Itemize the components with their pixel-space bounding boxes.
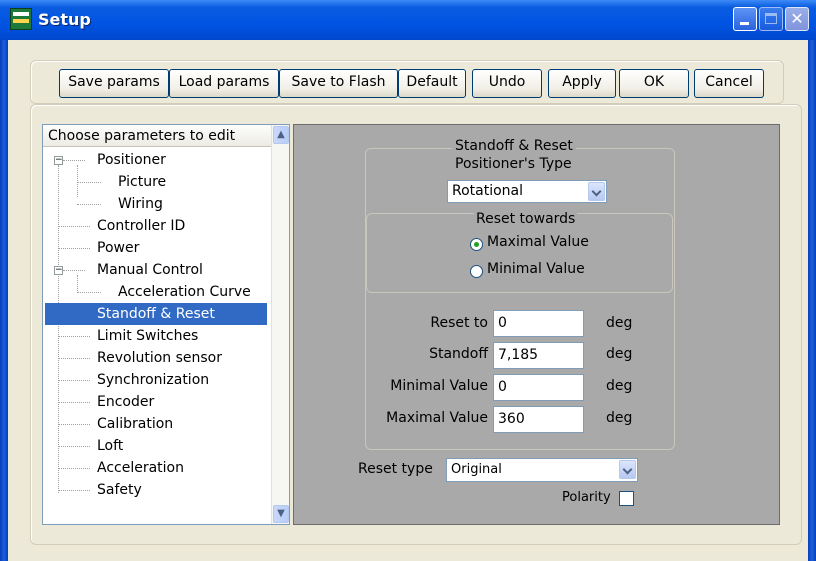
tree-connector [58, 226, 90, 227]
tree-connector [58, 402, 90, 403]
undo-button[interactable]: Undo [472, 69, 542, 98]
positioner-type-label: Positioner's Type [455, 156, 572, 172]
radio-selected-icon [474, 242, 479, 247]
tree-item-power[interactable]: Power [95, 237, 143, 259]
save-to-flash-button[interactable]: Save to Flash [279, 69, 398, 98]
positioner-type-value: Rotational [452, 183, 524, 199]
save-params-button[interactable]: Save params [59, 69, 169, 98]
load-params-button[interactable]: Load params [169, 69, 279, 98]
reset-type-value: Original [451, 462, 502, 477]
ok-button[interactable]: OK [619, 69, 689, 98]
collapse-icon[interactable]: − [54, 156, 63, 165]
tree-connector [58, 336, 90, 337]
tree-item-picture[interactable]: Picture [116, 171, 170, 193]
radio-maximal[interactable] [470, 238, 483, 251]
tree-connector [58, 248, 90, 249]
minimize-button[interactable] [733, 7, 757, 31]
tree-connector [63, 270, 85, 271]
window-title: Setup [38, 10, 91, 29]
close-button[interactable]: ✕ [785, 7, 809, 31]
tree-connector [58, 358, 90, 359]
dropdown-arrow-icon[interactable] [619, 460, 636, 479]
reset-to-input[interactable]: 0 [493, 310, 584, 337]
tree-item-acceleration-curve[interactable]: Acceleration Curve [116, 281, 255, 303]
tree-header: Choose parameters to edit [43, 125, 271, 147]
reset-to-unit: deg [606, 315, 633, 331]
tree-trunk-line [58, 165, 59, 493]
polarity-checkbox[interactable] [619, 491, 634, 506]
tree-branch-line [77, 275, 78, 291]
tree-item-positioner[interactable]: Positioner [95, 149, 170, 171]
close-icon: ✕ [790, 9, 804, 28]
scroll-up-icon[interactable]: ▲ [273, 126, 289, 144]
maximal-value-unit: deg [606, 410, 633, 426]
radio-maximal-label[interactable]: Maximal Value [487, 234, 589, 250]
scroll-down-icon[interactable]: ▼ [273, 505, 289, 523]
tree-item-limit-switches[interactable]: Limit Switches [95, 325, 202, 347]
reset-type-select[interactable]: Original [446, 458, 638, 482]
tree-item-encoder[interactable]: Encoder [95, 391, 158, 413]
minimal-value-label: Minimal Value [390, 378, 488, 394]
reset-type-label: Reset type [358, 461, 433, 477]
cancel-button[interactable]: Cancel [694, 69, 764, 98]
tree-connector [77, 182, 101, 183]
tree-item-manual-control[interactable]: Manual Control [95, 259, 207, 281]
reset-towards-label: Reset towards [474, 211, 578, 227]
positioner-type-select[interactable]: Rotational [447, 180, 607, 203]
default-button[interactable]: Default [398, 69, 466, 98]
tree-scrollbar[interactable]: ▲ ▼ [271, 125, 289, 524]
polarity-label: Polarity [562, 490, 611, 505]
reset-to-label: Reset to [430, 315, 488, 331]
maximize-icon [765, 13, 777, 24]
radio-minimal[interactable] [470, 265, 483, 278]
tree-item-safety[interactable]: Safety [95, 479, 146, 501]
tree-branch-line [77, 165, 78, 197]
collapse-icon[interactable]: − [54, 266, 63, 275]
apply-button[interactable]: Apply [548, 69, 616, 98]
tree-item-acceleration[interactable]: Acceleration [95, 457, 188, 479]
dropdown-arrow-icon[interactable] [588, 182, 605, 201]
app-icon [10, 8, 32, 30]
standoff-label: Standoff [429, 346, 488, 362]
tree-item-revolution-sensor[interactable]: Revolution sensor [95, 347, 226, 369]
maximize-button[interactable] [759, 7, 783, 31]
standoff-input[interactable]: 7,185 [493, 342, 584, 369]
title-bar[interactable] [0, 0, 816, 40]
window-border-left [0, 40, 8, 561]
tree-connector [58, 424, 90, 425]
tree-connector [63, 160, 85, 161]
window-border-right [808, 40, 816, 561]
tree-connector [58, 380, 90, 381]
tree-connector [58, 446, 90, 447]
maximal-value-label: Maximal Value [386, 410, 488, 426]
group-title: Standoff & Reset [452, 138, 576, 154]
tree-item-synchronization[interactable]: Synchronization [95, 369, 213, 391]
tree-connector [58, 468, 90, 469]
tree-item-wiring[interactable]: Wiring [116, 193, 167, 215]
tree-connector [58, 490, 90, 491]
tree-item-calibration[interactable]: Calibration [95, 413, 177, 435]
tree-connector [77, 204, 101, 205]
maximal-value-input[interactable]: 360 [493, 406, 584, 433]
tree-item-standoff-reset[interactable]: Standoff & Reset [45, 303, 267, 325]
minimal-value-input[interactable]: 0 [493, 374, 584, 401]
tree-connector [77, 292, 101, 293]
parameter-tree[interactable]: Choose parameters to edit − − Positioner… [42, 124, 290, 525]
tree-item-loft[interactable]: Loft [95, 435, 127, 457]
minimal-value-unit: deg [606, 378, 633, 394]
radio-minimal-label[interactable]: Minimal Value [487, 261, 585, 277]
minimize-icon [740, 22, 749, 25]
standoff-unit: deg [606, 346, 633, 362]
tree-item-controller-id[interactable]: Controller ID [95, 215, 189, 237]
